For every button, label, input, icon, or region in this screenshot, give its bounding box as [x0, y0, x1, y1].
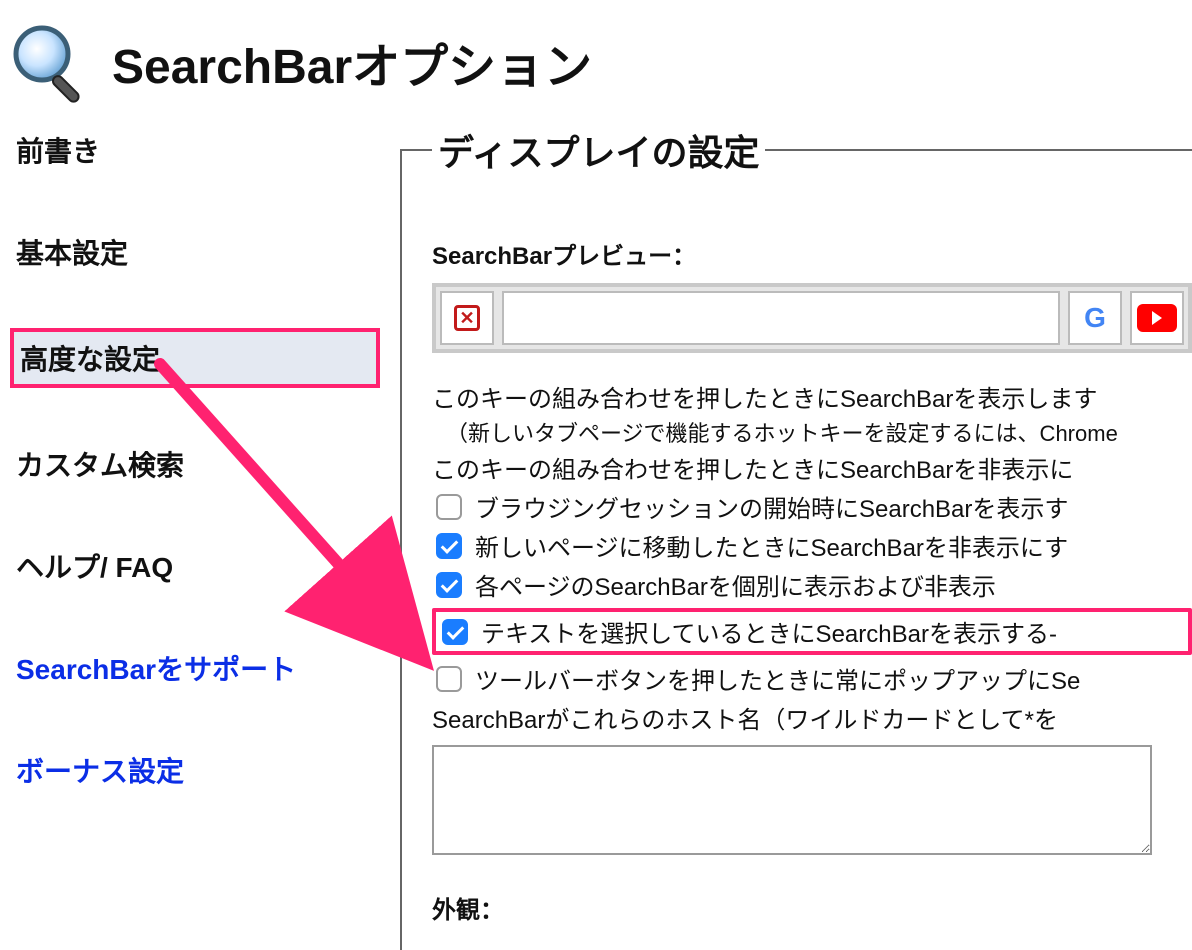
panel-legend: ディスプレイの設定: [432, 124, 765, 176]
preview-label: SearchBarプレビュー：: [432, 236, 1192, 271]
checkbox-show-on-session[interactable]: [436, 494, 462, 520]
option-label: 各ページのSearchBarを個別に表示および非表示: [475, 567, 996, 602]
sidebar-item-intro[interactable]: 前書き: [10, 124, 380, 176]
option-label: ブラウジングセッションの開始時にSearchBarを表示す: [475, 489, 1068, 524]
preview-close-button[interactable]: ✕: [440, 291, 494, 345]
page-title: SearchBarオプション: [112, 27, 592, 97]
option-label: 新しいページに移動したときにSearchBarを非表示にす: [475, 528, 1068, 563]
sidebar-item-custom[interactable]: カスタム検索: [10, 438, 380, 490]
google-icon: G: [1084, 302, 1106, 334]
searchbar-preview: ✕ G: [432, 283, 1192, 353]
search-icon: [8, 20, 92, 104]
newtab-note-text: （新しいタブページで機能するホットキーを設定するには、Chrome: [446, 416, 1192, 448]
option-show-on-select[interactable]: テキストを選択しているときにSearchBarを表示する-: [432, 608, 1192, 655]
option-label: ツールバーボタンを押したときに常にポップアップにSe: [475, 661, 1080, 696]
option-per-page[interactable]: 各ページのSearchBarを個別に表示および非表示: [432, 567, 1192, 602]
option-hide-on-new-page[interactable]: 新しいページに移動したときにSearchBarを非表示にす: [432, 528, 1192, 563]
hosts-textarea[interactable]: [432, 745, 1152, 855]
sidebar-item-help[interactable]: ヘルプ/ FAQ: [10, 540, 380, 592]
appearance-label: 外観：: [432, 890, 1192, 925]
youtube-icon: [1137, 304, 1177, 332]
sidebar-item-bonus[interactable]: ボーナス設定: [10, 744, 380, 796]
show-hotkey-text: このキーの組み合わせを押したときにSearchBarを表示します: [432, 379, 1192, 414]
checkbox-show-on-select[interactable]: [442, 619, 468, 645]
option-show-on-session[interactable]: ブラウジングセッションの開始時にSearchBarを表示す: [432, 489, 1192, 524]
checkbox-hide-on-new-page[interactable]: [436, 533, 462, 559]
checkbox-popup-on-button[interactable]: [436, 666, 462, 692]
option-popup-on-button[interactable]: ツールバーボタンを押したときに常にポップアップにSe: [432, 661, 1192, 696]
sidebar-item-basic[interactable]: 基本設定: [10, 226, 380, 278]
preview-search-input[interactable]: [502, 291, 1060, 345]
close-icon: ✕: [454, 305, 480, 331]
option-label: テキストを選択しているときにSearchBarを表示する-: [481, 614, 1057, 649]
sidebar-item-advanced[interactable]: 高度な設定: [10, 328, 380, 388]
sidebar-item-support[interactable]: SearchBarをサポート: [10, 642, 380, 694]
sidebar-nav: 前書き 基本設定 高度な設定 カスタム検索 ヘルプ/ FAQ SearchBar…: [0, 124, 380, 846]
hosts-label: SearchBarがこれらのホスト名（ワイルドカードとして*を: [432, 700, 1192, 735]
preview-youtube-button[interactable]: [1130, 291, 1184, 345]
page-header: SearchBarオプション: [0, 0, 1192, 124]
checkbox-per-page[interactable]: [436, 572, 462, 598]
preview-google-button[interactable]: G: [1068, 291, 1122, 345]
hide-hotkey-text: このキーの組み合わせを押したときにSearchBarを非表示に: [432, 450, 1192, 485]
display-settings-panel: ディスプレイの設定 SearchBarプレビュー： ✕ G このキーの組み合わせ…: [400, 124, 1192, 950]
